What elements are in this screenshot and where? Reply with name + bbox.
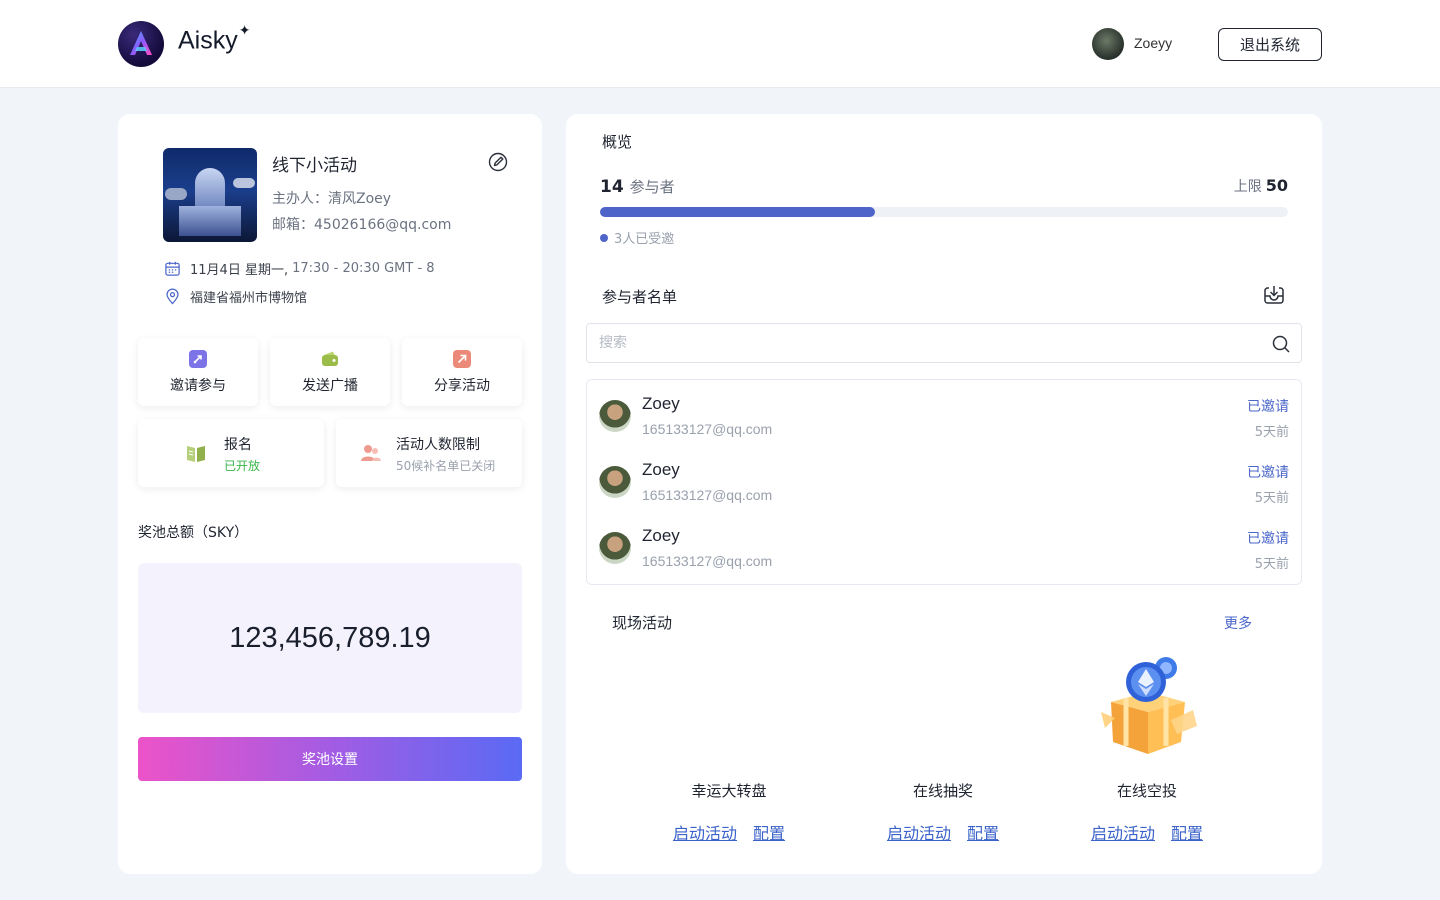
attendee-time: 5天前 (1254, 425, 1289, 440)
attendee-row[interactable]: Zoey 165133127@qq.com 已邀请 5天前 (587, 446, 1301, 512)
attendee-search-box (586, 323, 1302, 363)
activity-online-airdrop: 在线空投 启动活动 配置 (1067, 654, 1227, 854)
event-title: 线下小活动 (272, 156, 357, 176)
attendee-email: 165133127@qq.com (642, 487, 773, 503)
logout-button[interactable]: 退出系统 (1218, 28, 1322, 61)
more-activities-link[interactable]: 更多 (1224, 613, 1252, 633)
attendee-name: Zoey (642, 460, 680, 479)
capacity-limit-status: 50候补名单已关闭 (396, 459, 496, 473)
sparkle-icon: ✦ (238, 22, 251, 38)
calendar-icon (165, 261, 180, 276)
participant-count: 14 参与者 (600, 177, 675, 197)
invited-note: 3人已受邀 (600, 228, 674, 247)
users-icon (361, 445, 381, 461)
attendee-list-title: 参与者名单 (602, 288, 678, 306)
event-host: 主办人：清风Zoey (272, 191, 392, 207)
attendee-email: 165133127@qq.com (642, 421, 773, 437)
top-header: Aisky✦ Zoeyy 退出系统 (0, 0, 1440, 88)
attendee-email: 165133127@qq.com (642, 553, 773, 569)
user-avatar[interactable] (1092, 28, 1124, 60)
prize-pool-value: 123,456,789.19 (229, 621, 431, 654)
brand-name: Aisky✦ (178, 22, 251, 55)
attendee-status[interactable]: 已邀请 (1247, 528, 1289, 548)
participant-progress-fill (600, 207, 876, 217)
activity-name: 幸运大转盘 (691, 782, 767, 800)
gift-box-icon (1101, 657, 1197, 754)
attendee-status[interactable]: 已邀请 (1247, 462, 1289, 482)
start-activity-link[interactable]: 启动活动 (1091, 824, 1155, 843)
prize-pool-label: 奖池总额（SKY） (138, 525, 249, 541)
wallet-icon (321, 350, 339, 368)
capacity-limit-title: 活动人数限制 (396, 437, 480, 453)
status-dot (600, 233, 608, 242)
activity-lucky-wheel: 幸运大转盘 启动活动 配置 (649, 654, 809, 854)
broadcast-action-label: 发送广播 (302, 377, 358, 394)
attendee-avatar (599, 466, 631, 498)
signup-tile[interactable]: 报名 已开放 (138, 419, 324, 487)
invite-action-tile[interactable]: 邀请参与 (138, 338, 258, 406)
activity-online-lottery: 在线抽奖 启动活动 配置 (863, 654, 1023, 854)
activity-name: 在线空投 (1116, 782, 1177, 800)
overview-card: 概览 14参与者 上限50 3人已受邀 参与者名单 Zoey 165133127… (566, 114, 1322, 874)
activity-links: 启动活动 配置 (1067, 820, 1227, 844)
signup-title: 报名 (224, 437, 252, 453)
book-icon (187, 446, 205, 462)
signup-status: 已开放 (224, 459, 261, 473)
capacity-limit-tile[interactable]: 活动人数限制 50候补名单已关闭 (336, 419, 522, 487)
share-action-tile[interactable]: 分享活动 (402, 338, 522, 406)
attendee-time: 5天前 (1254, 491, 1289, 506)
invite-icon (189, 349, 207, 368)
attendee-name: Zoey (642, 526, 680, 545)
attendee-avatar (599, 400, 631, 432)
user-name[interactable]: Zoeyy (1134, 35, 1172, 51)
event-datetime: 11月4日 星期一, 17:30 - 20:30 GMT - 8 (164, 259, 435, 278)
attendee-avatar (599, 532, 631, 564)
event-detail-card: 线下小活动 主办人：清风Zoey 邮箱：45026166@qq.com 11月4… (118, 114, 542, 874)
invite-action-label: 邀请参与 (170, 377, 226, 394)
config-link[interactable]: 配置 (1171, 824, 1203, 843)
attendee-time: 5天前 (1254, 557, 1289, 572)
location-pin-icon (166, 288, 179, 305)
search-icon[interactable] (1271, 334, 1291, 354)
share-action-label: 分享活动 (434, 377, 490, 394)
event-date: 11月4日 星期一, (190, 263, 289, 278)
config-link[interactable]: 配置 (753, 824, 785, 843)
config-link[interactable]: 配置 (967, 824, 999, 843)
event-email: 邮箱：45026166@qq.com (272, 217, 452, 233)
attendee-row[interactable]: Zoey 165133127@qq.com 已邀请 5天前 (587, 512, 1301, 578)
share-arrow-icon (453, 349, 471, 368)
participant-limit: 上限 50 (1233, 176, 1288, 195)
event-location-text: 福建省福州市博物馆 (190, 291, 308, 306)
start-activity-link[interactable]: 启动活动 (673, 824, 737, 843)
activity-name: 在线抽奖 (912, 782, 973, 800)
attendee-name: Zoey (642, 394, 680, 413)
activity-links: 启动活动 配置 (863, 820, 1023, 844)
prize-pool-box: 123,456,789.19 (138, 563, 522, 713)
aisky-logo[interactable] (118, 21, 164, 67)
overview-title: 概览 (602, 133, 633, 151)
attendee-row[interactable]: Zoey 165133127@qq.com 已邀请 5天前 (587, 380, 1301, 446)
attendee-list: Zoey 165133127@qq.com 已邀请 5天前 Zoey 16513… (586, 379, 1302, 585)
broadcast-action-tile[interactable]: 发送广播 (270, 338, 390, 406)
event-time: 17:30 - 20:30 GMT - 8 (292, 261, 435, 276)
attendee-search-input[interactable] (599, 333, 1239, 353)
attendee-status[interactable]: 已邀请 (1247, 396, 1289, 416)
event-location: 福建省福州市博物馆 (164, 287, 307, 306)
edit-icon[interactable] (488, 152, 508, 172)
event-cover-image (163, 148, 257, 242)
download-inbox-icon[interactable] (1262, 283, 1286, 307)
onsite-activities-title: 现场活动 (612, 614, 673, 632)
prize-pool-settings-button[interactable]: 奖池设置 (138, 737, 522, 781)
participant-progress-bar (600, 207, 1288, 217)
start-activity-link[interactable]: 启动活动 (887, 824, 951, 843)
activity-links: 启动活动 配置 (649, 820, 809, 844)
